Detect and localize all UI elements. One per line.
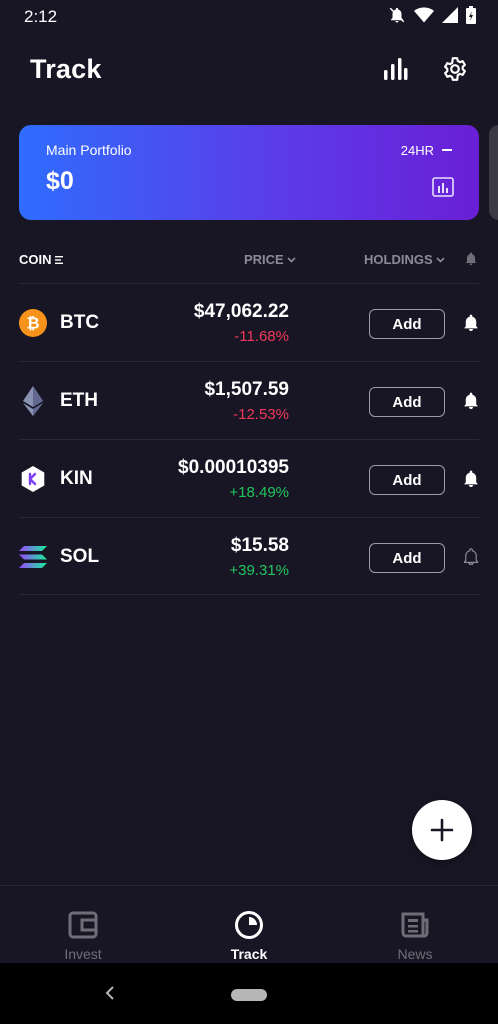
status-bar: 2:12 xyxy=(0,0,498,34)
add-holding-button[interactable]: Add xyxy=(369,465,445,495)
battery-icon xyxy=(466,5,476,29)
coin-price: $47,062.22 xyxy=(193,301,289,322)
holdings-column-header[interactable]: HOLDINGS xyxy=(364,252,445,267)
back-icon[interactable] xyxy=(103,985,115,1006)
signal-icon xyxy=(442,6,458,28)
system-nav-bar xyxy=(0,963,498,1024)
nav-item-invest[interactable]: Invest xyxy=(0,886,166,963)
coin-column-header[interactable]: COIN xyxy=(19,252,63,267)
nav-label: Invest xyxy=(64,946,102,962)
nav-item-news[interactable]: News xyxy=(332,886,498,963)
chevron-down-icon xyxy=(436,256,445,263)
coin-price: $15.58 xyxy=(230,535,289,556)
coin-symbol: SOL xyxy=(60,546,100,567)
notifications-off-icon xyxy=(388,6,406,29)
portfolio-period-label: 24HR xyxy=(400,142,434,158)
newspaper-icon xyxy=(401,912,429,938)
coin-column-label: COIN xyxy=(19,252,52,267)
coin-list: ₿ BTC $47,062.22 -11.68% Add ETH $1,507.… xyxy=(0,283,498,595)
status-icons xyxy=(388,5,476,29)
nav-label: News xyxy=(397,946,433,962)
holdings-column-label: HOLDINGS xyxy=(364,252,433,267)
bell-icon[interactable] xyxy=(463,470,481,488)
bell-icon[interactable] xyxy=(463,314,481,332)
coin-symbol: KIN xyxy=(60,468,93,489)
column-headers: COIN PRICE HOLDINGS xyxy=(0,248,498,272)
coin-change: +18.49% xyxy=(229,484,289,501)
coin-row[interactable]: ETH $1,507.59 -12.53% Add xyxy=(19,361,479,439)
ethereum-icon xyxy=(19,386,47,416)
bell-outline-icon[interactable] xyxy=(463,548,481,566)
price-column-label: PRICE xyxy=(244,252,284,267)
wifi-icon xyxy=(414,7,434,28)
status-time: 2:12 xyxy=(24,7,58,26)
period-dash-icon xyxy=(442,149,452,151)
nav-label: Track xyxy=(230,946,268,962)
add-holding-button[interactable]: Add xyxy=(369,387,445,417)
nav-item-track[interactable]: Track xyxy=(166,886,332,963)
coin-change: -11.68% xyxy=(234,328,289,345)
wallet-icon xyxy=(68,911,98,939)
coin-price: $1,507.59 xyxy=(204,379,289,400)
stats-icon[interactable] xyxy=(380,54,410,84)
header: Track xyxy=(0,44,498,94)
add-holding-button[interactable]: Add xyxy=(369,543,445,573)
portfolio-value: $0 xyxy=(46,167,74,195)
pie-chart-icon xyxy=(235,911,263,939)
chevron-down-icon xyxy=(287,256,296,263)
header-actions xyxy=(380,54,470,84)
bell-icon[interactable] xyxy=(463,392,481,410)
list-sort-icon xyxy=(54,255,63,264)
bottom-nav: Invest Track News xyxy=(0,885,498,963)
plus-icon xyxy=(430,818,454,842)
coin-row[interactable]: ₿ BTC $47,062.22 -11.68% Add xyxy=(19,283,479,361)
add-coin-fab[interactable] xyxy=(412,800,472,860)
portfolio-period[interactable]: 24HR xyxy=(401,143,452,158)
settings-gear-icon[interactable] xyxy=(440,54,470,84)
coin-change: +39.31% xyxy=(229,562,289,579)
portfolio-card-header: Main Portfolio 24HR xyxy=(46,142,452,158)
add-holding-button[interactable]: Add xyxy=(369,309,445,339)
price-column-header[interactable]: PRICE xyxy=(244,252,296,267)
portfolio-chart-icon[interactable] xyxy=(432,177,454,202)
coin-symbol: ETH xyxy=(60,390,98,411)
kin-icon xyxy=(19,465,47,493)
next-portfolio-card[interactable] xyxy=(489,125,498,220)
portfolio-name: Main Portfolio xyxy=(46,142,132,158)
coin-row[interactable]: KIN $0.00010395 +18.49% Add xyxy=(19,439,479,517)
solana-icon xyxy=(19,543,47,571)
alerts-column-bell-icon[interactable] xyxy=(465,252,477,268)
portfolio-card[interactable]: Main Portfolio 24HR $0 xyxy=(19,125,479,220)
coin-symbol: BTC xyxy=(60,312,100,333)
coin-change: -12.53% xyxy=(233,406,289,423)
coin-row[interactable]: SOL $15.58 +39.31% Add xyxy=(19,517,479,595)
page-title: Track xyxy=(30,53,102,84)
home-pill[interactable] xyxy=(231,989,267,1001)
coin-price: $0.00010395 xyxy=(178,457,289,478)
svg-text:₿: ₿ xyxy=(26,315,39,333)
bitcoin-icon: ₿ xyxy=(19,309,47,337)
